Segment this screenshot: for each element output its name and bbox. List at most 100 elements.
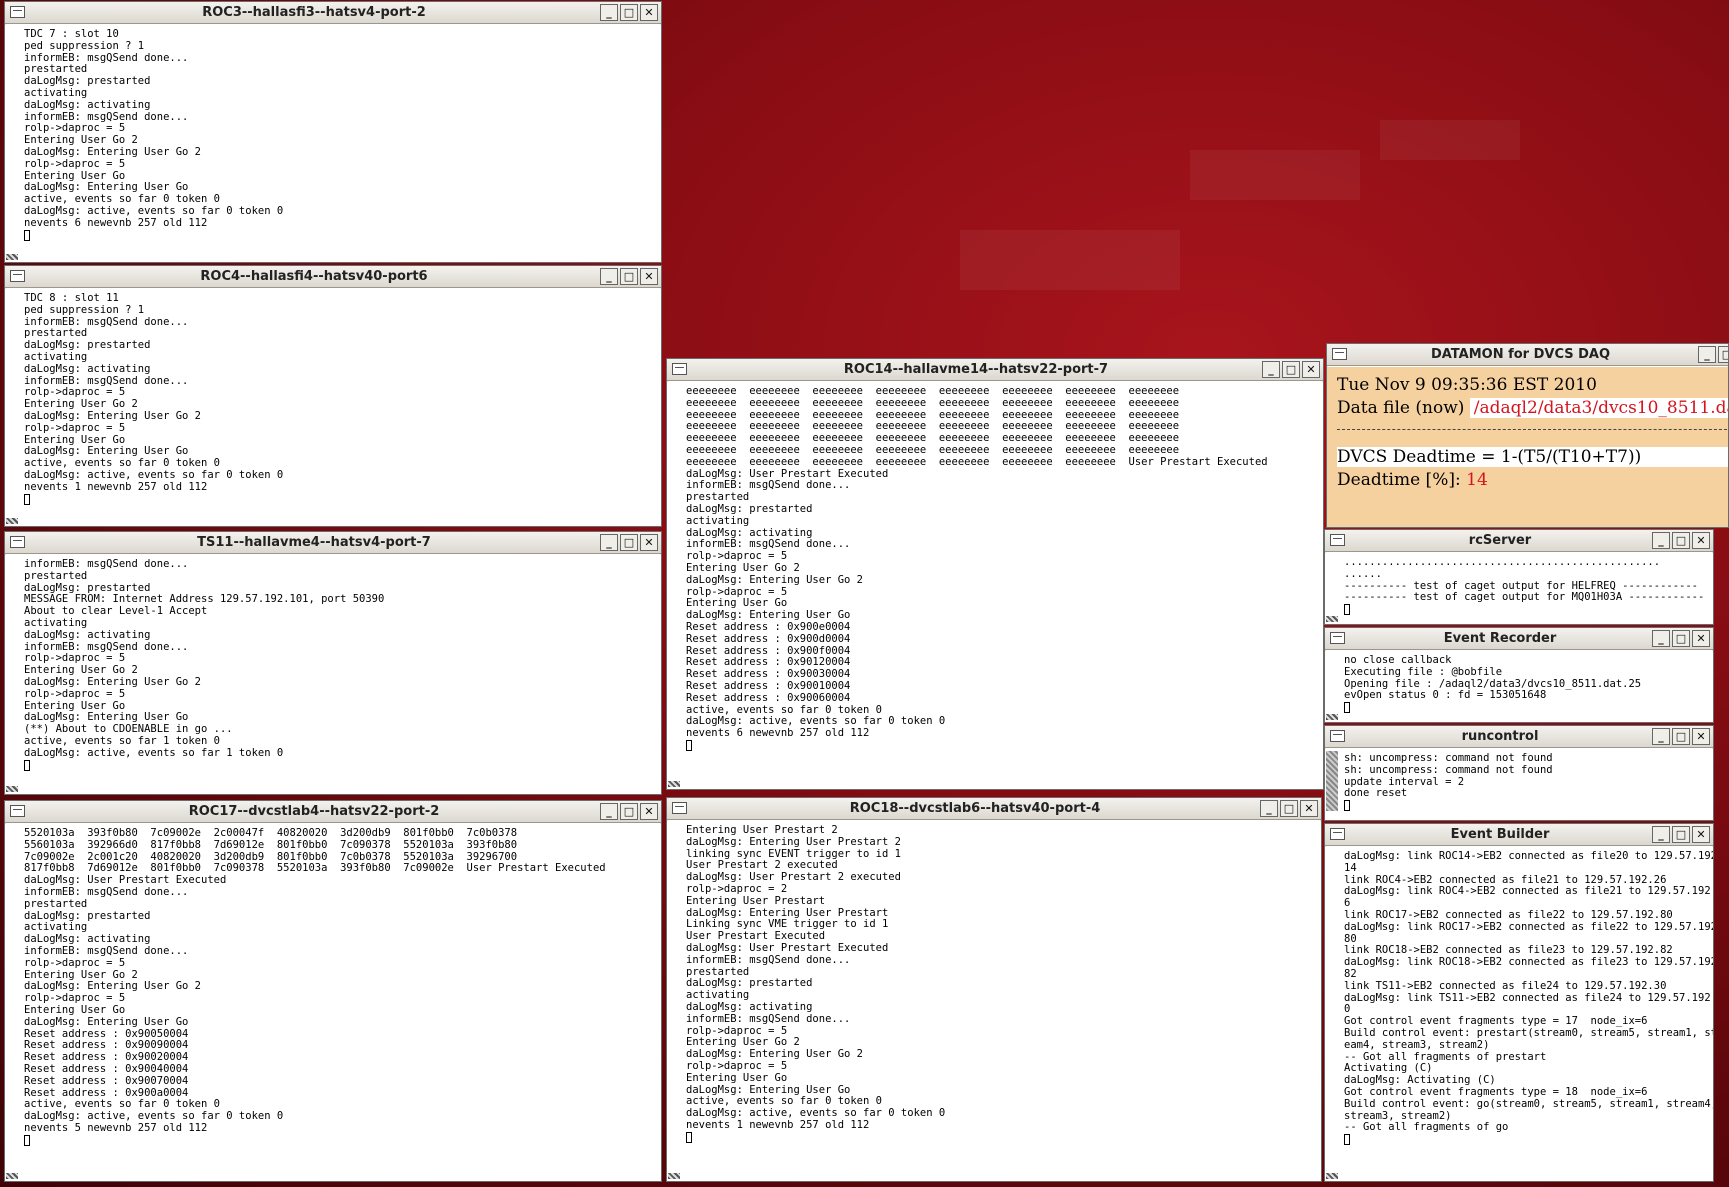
maximize-button[interactable]: □ (1280, 800, 1298, 817)
close-button[interactable]: ✕ (1300, 800, 1318, 817)
scrollbar[interactable] (5, 289, 20, 526)
roc14-title-bar[interactable]: ROC14--hallavme14--hatsv22-port-7 _ □ ✕ (667, 359, 1323, 381)
log-line: Reset address : 0x900a0004 (24, 1086, 189, 1099)
maximize-button[interactable]: □ (1282, 361, 1300, 378)
maximize-button[interactable]: □ (1672, 630, 1690, 647)
log-line: TDC 7 : slot 10 (24, 28, 119, 40)
close-button[interactable]: ✕ (640, 4, 658, 21)
window-menu-icon[interactable] (672, 802, 687, 814)
scrollbar-grip[interactable] (668, 781, 680, 787)
minimize-button[interactable]: _ (1698, 346, 1716, 363)
log-line: ped suppression ? 1 (24, 39, 145, 52)
log-line: Reset address : 0x90030004 (686, 668, 851, 681)
roc17-terminal-window[interactable]: ROC17--dvcstlab4--hatsv22-port-2 _ □ ✕ 5… (4, 800, 662, 1182)
close-button[interactable]: ✕ (640, 803, 658, 820)
scrollbar[interactable] (1325, 553, 1340, 624)
ts11-title-bar[interactable]: TS11--hallavme4--hatsv4-port-7 _ □ ✕ (5, 532, 661, 554)
window-menu-icon[interactable] (10, 536, 25, 548)
roc14-terminal-window[interactable]: ROC14--hallavme14--hatsv22-port-7 _ □ ✕ … (666, 358, 1324, 790)
scrollbar-grip[interactable] (1326, 1173, 1338, 1179)
roc4-terminal-window[interactable]: ROC4--hallasfi4--hatsv40-port6 _ □ ✕ TDC… (4, 265, 662, 527)
maximize-button[interactable]: □ (1672, 728, 1690, 745)
scrollbar[interactable] (1325, 651, 1340, 722)
scrollbar-grip[interactable] (1326, 714, 1338, 720)
scrollbar-thumb[interactable] (1326, 751, 1338, 811)
scrollbar-grip[interactable] (6, 254, 18, 260)
close-button[interactable]: ✕ (1302, 361, 1320, 378)
roc4-title-bar[interactable]: ROC4--hallasfi4--hatsv40-port6 _ □ ✕ (5, 266, 661, 288)
minimize-button[interactable]: _ (1262, 361, 1280, 378)
log-line: daLogMsg: activating (24, 933, 151, 946)
close-button[interactable]: ✕ (1692, 826, 1710, 843)
maximize-button[interactable]: □ (620, 268, 638, 285)
window-menu-icon[interactable] (672, 363, 687, 375)
scrollbar-grip[interactable] (6, 786, 18, 792)
maximize-button[interactable]: □ (1718, 346, 1728, 363)
log-line: 82 (1344, 967, 1357, 980)
minimize-button[interactable]: _ (1652, 728, 1670, 745)
window-menu-icon[interactable] (1330, 534, 1345, 546)
close-button[interactable]: ✕ (640, 534, 658, 551)
maximize-button[interactable]: □ (620, 4, 638, 21)
window-menu-icon[interactable] (10, 805, 25, 817)
close-button[interactable]: ✕ (640, 268, 658, 285)
window-menu-icon[interactable] (1330, 828, 1345, 840)
window-menu-icon[interactable] (10, 6, 25, 18)
roc3-terminal-window[interactable]: ROC3--hallasfi3--hatsv4-port-2 _ □ ✕ TDC… (4, 1, 662, 263)
maximize-button[interactable]: □ (1672, 532, 1690, 549)
event-builder-window[interactable]: Event Builder _ □ ✕ daLogMsg: link ROC14… (1324, 823, 1714, 1182)
terminal-output: TDC 7 : slot 10 ped suppression ? 1 info… (20, 25, 661, 262)
scrollbar[interactable] (5, 25, 20, 262)
event-recorder-title-bar[interactable]: Event Recorder _ □ ✕ (1325, 628, 1713, 650)
scrollbar-grip[interactable] (6, 518, 18, 524)
runcontrol-window[interactable]: runcontrol _ □ ✕ sh: uncompress: command… (1324, 725, 1714, 821)
close-button[interactable]: ✕ (1692, 630, 1710, 647)
runcontrol-title-bar[interactable]: runcontrol _ □ ✕ (1325, 726, 1713, 748)
deadtime-formula: DVCS Deadtime = 1-(T5/(T10+T7)) (1337, 447, 1728, 467)
scrollbar[interactable] (1325, 847, 1340, 1181)
roc3-title-bar[interactable]: ROC3--hallasfi3--hatsv4-port-2 _ □ ✕ (5, 2, 661, 24)
minimize-button[interactable]: _ (600, 4, 618, 21)
scrollbar[interactable] (1325, 749, 1340, 820)
rcserver-window[interactable]: rcServer _ □ ✕ .........................… (1324, 529, 1714, 625)
maximize-button[interactable]: □ (620, 803, 638, 820)
window-menu-icon[interactable] (10, 270, 25, 282)
minimize-button[interactable]: _ (1652, 630, 1670, 647)
minimize-button[interactable]: _ (600, 803, 618, 820)
event-builder-title-bar[interactable]: Event Builder _ □ ✕ (1325, 824, 1713, 846)
data-file-value: /adaql2/data3/dvcs10_8511.dat.25 (1469, 398, 1728, 418)
window-menu-icon[interactable] (1330, 730, 1345, 742)
minimize-button[interactable]: _ (1260, 800, 1278, 817)
scrollbar[interactable] (5, 555, 20, 794)
roc17-title-bar[interactable]: ROC17--dvcstlab4--hatsv22-port-2 _ □ ✕ (5, 801, 661, 823)
scrollbar-grip[interactable] (668, 1173, 680, 1179)
minimize-button[interactable]: _ (1652, 826, 1670, 843)
roc18-title-bar[interactable]: ROC18--dvcstlab6--hatsv40-port-4 _ □ ✕ (667, 798, 1321, 820)
scrollbar-grip[interactable] (6, 1173, 18, 1179)
roc18-terminal-window[interactable]: ROC18--dvcstlab6--hatsv40-port-4 _ □ ✕ E… (666, 797, 1322, 1182)
event-recorder-window[interactable]: Event Recorder _ □ ✕ no close callback E… (1324, 627, 1714, 723)
window-menu-icon[interactable] (1332, 348, 1347, 360)
log-line: prestarted (24, 569, 88, 582)
rcserver-title-bar[interactable]: rcServer _ □ ✕ (1325, 530, 1713, 552)
maximize-button[interactable]: □ (620, 534, 638, 551)
log-line: Reset address : 0x90020004 (24, 1051, 189, 1064)
scrollbar[interactable] (667, 821, 682, 1181)
minimize-button[interactable]: _ (600, 268, 618, 285)
window-menu-icon[interactable] (1330, 632, 1345, 644)
datamon-title-bar[interactable]: DATAMON for DVCS DAQ _ □ (1327, 344, 1728, 366)
minimize-button[interactable]: _ (1652, 532, 1670, 549)
ts11-terminal-window[interactable]: TS11--hallavme4--hatsv4-port-7 _ □ ✕ inf… (4, 531, 662, 795)
scrollbar[interactable] (667, 382, 682, 789)
log-line: done reset (1344, 787, 1408, 800)
minimize-button[interactable]: _ (600, 534, 618, 551)
scrollbar[interactable] (5, 824, 20, 1181)
close-button[interactable]: ✕ (1692, 728, 1710, 745)
log-line: User Prestart Executed (686, 930, 826, 943)
close-button[interactable]: ✕ (1692, 532, 1710, 549)
scrollbar-grip[interactable] (1326, 616, 1338, 622)
terminal-output: ........................................… (1340, 553, 1713, 624)
log-line: daLogMsg: Entering User Go (24, 711, 189, 724)
maximize-button[interactable]: □ (1672, 826, 1690, 843)
datamon-window[interactable]: DATAMON for DVCS DAQ _ □ Tue Nov 9 09:35… (1326, 343, 1729, 528)
